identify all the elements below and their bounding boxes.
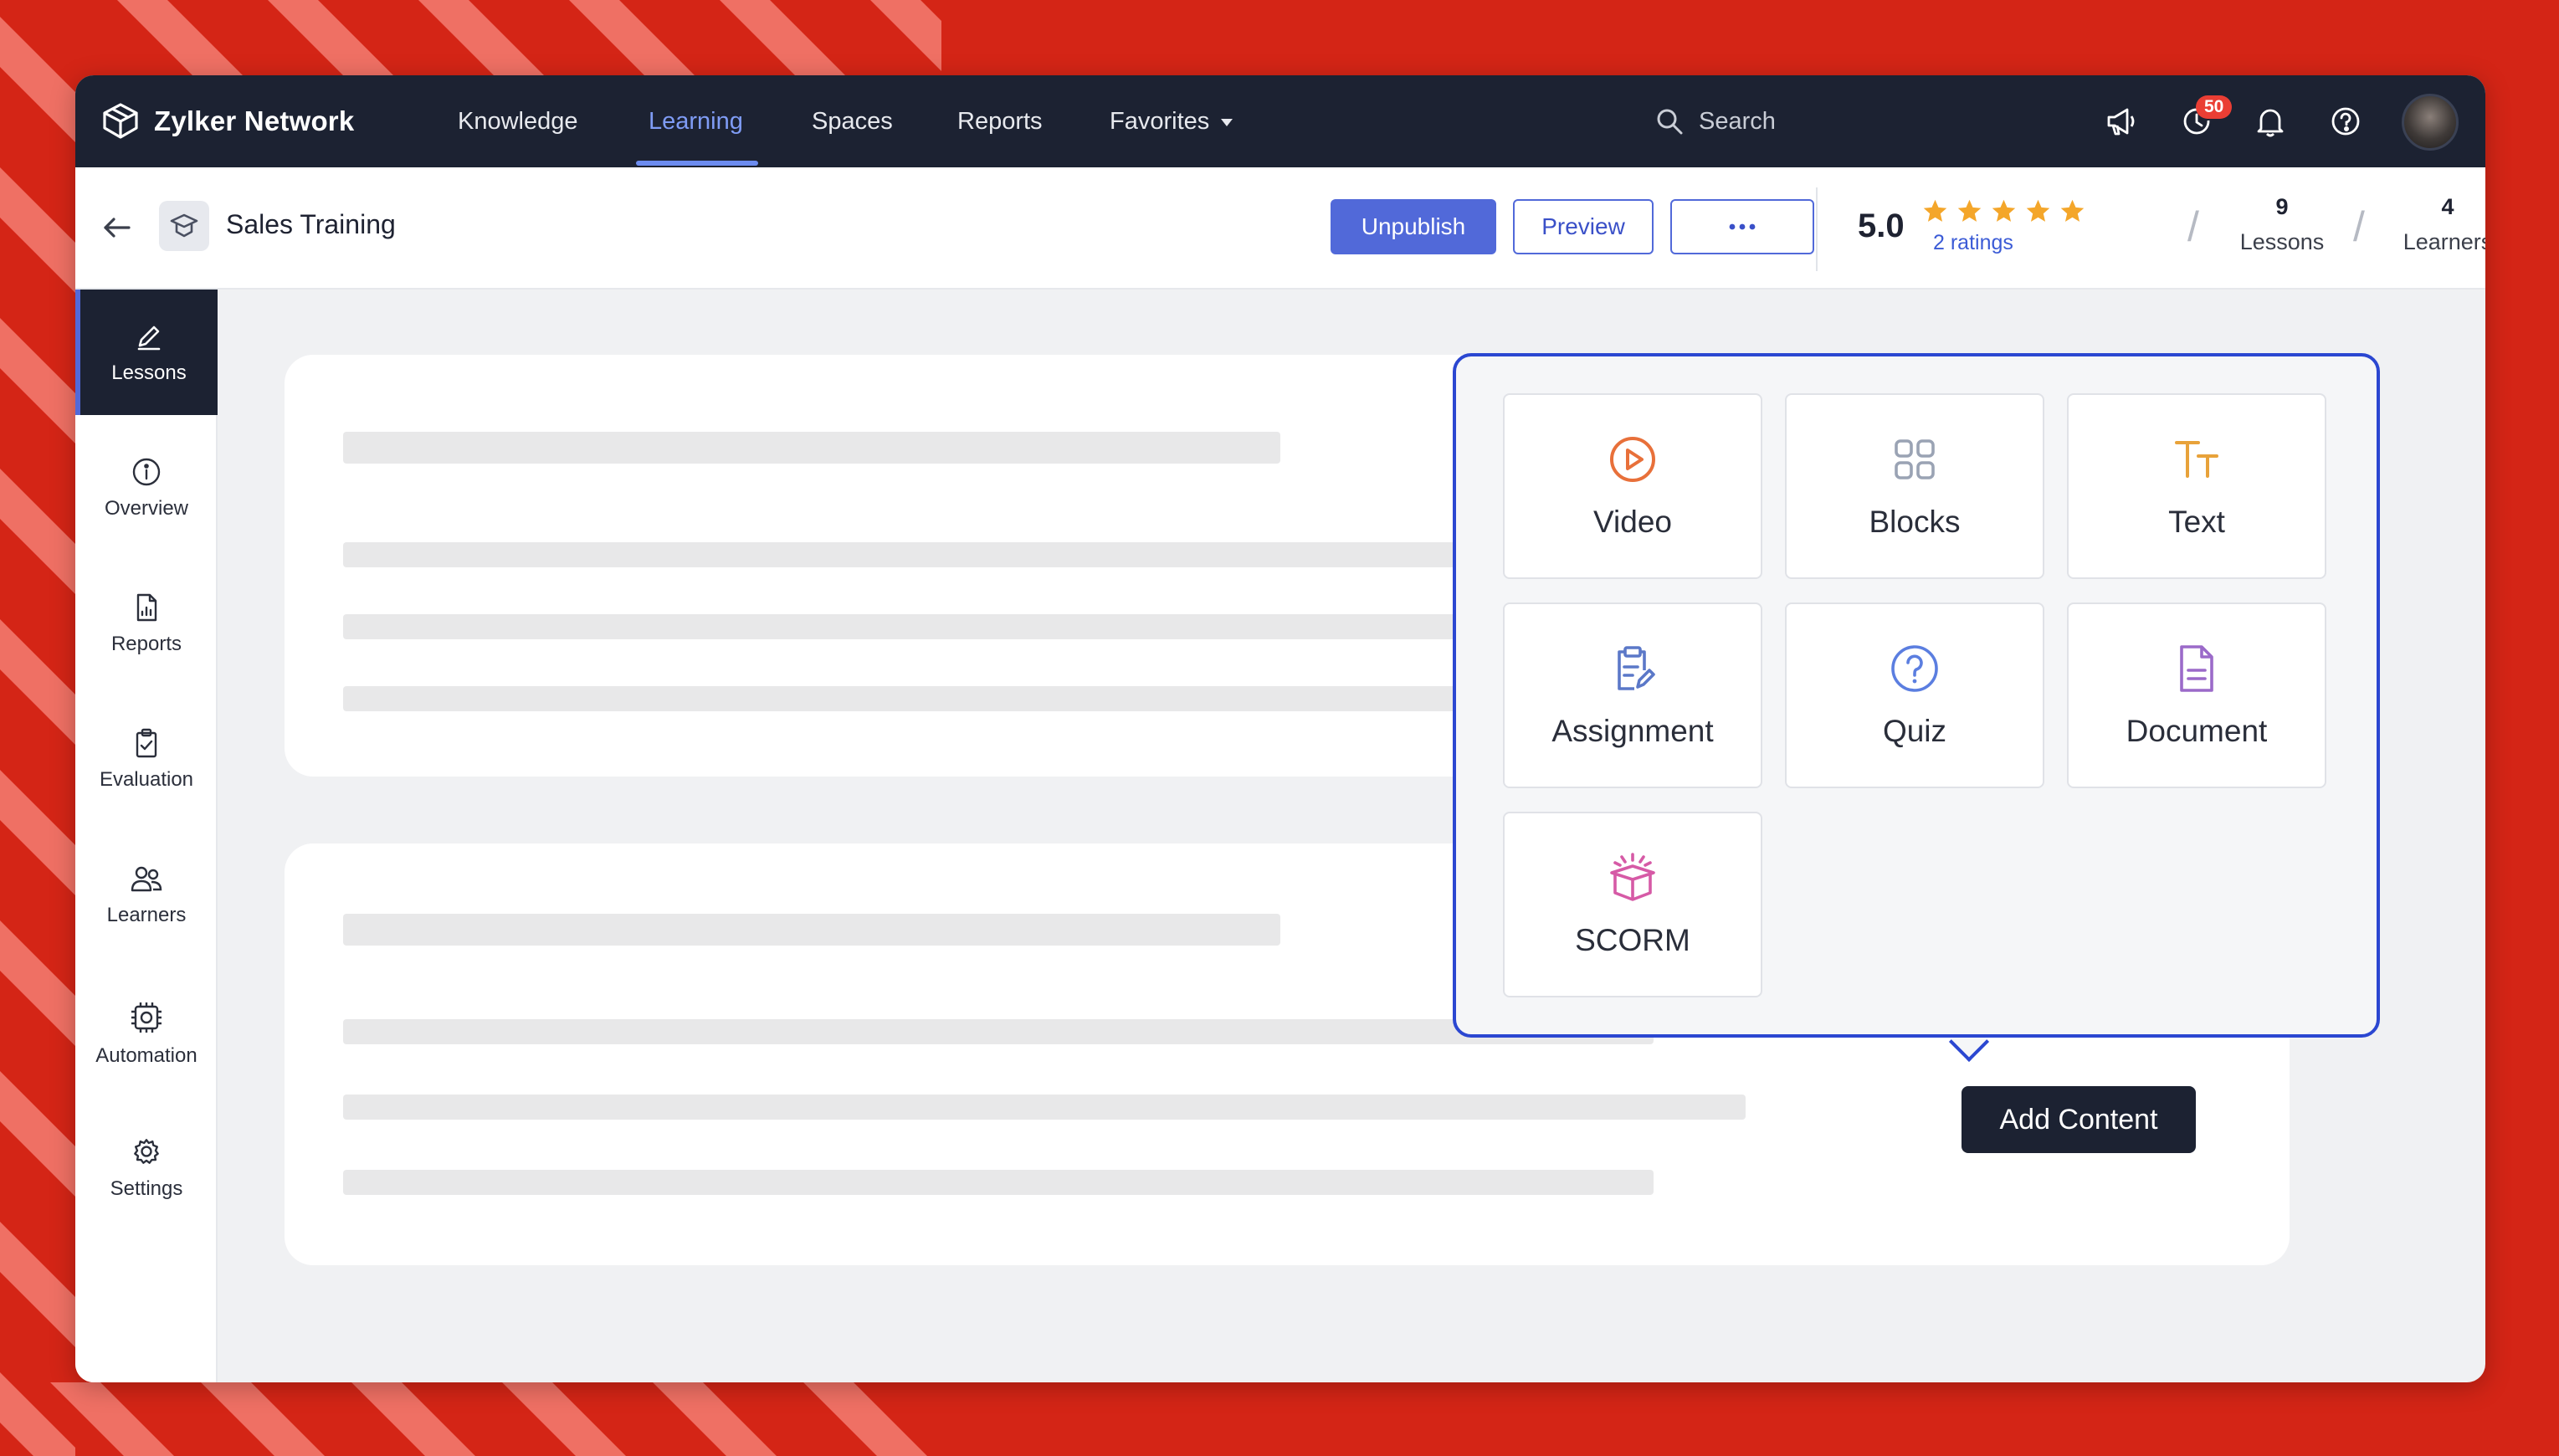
chip-icon — [131, 1002, 162, 1033]
report-icon — [136, 593, 157, 622]
sidebar-item-automation[interactable]: Automation — [75, 971, 218, 1096]
graduation-cap-icon — [170, 213, 198, 238]
search-box[interactable]: Search — [1655, 99, 1776, 144]
notification-badge: 50 — [2196, 95, 2233, 119]
tile-blocks[interactable]: Blocks — [1785, 393, 2044, 579]
sidebar-item-settings[interactable]: Settings — [75, 1105, 218, 1230]
course-title: Sales Training — [226, 209, 396, 239]
assignment-icon — [1618, 646, 1655, 690]
ratings-link[interactable]: 2 ratings — [1933, 231, 2013, 255]
more-dots-icon — [1729, 223, 1756, 230]
nav-favorites-label: Favorites — [1110, 108, 1210, 135]
info-icon — [132, 458, 161, 486]
skeleton-line — [343, 1170, 1654, 1195]
more-options-button[interactable] — [1670, 199, 1814, 254]
star-icon — [2026, 199, 2050, 222]
tile-label: Blocks — [1869, 505, 1961, 539]
nav-learning[interactable]: Learning — [649, 75, 743, 167]
tile-label: Assignment — [1551, 714, 1714, 748]
add-content-popover: Video Blocks Text Assignment Quiz Docume… — [1453, 353, 2380, 1038]
course-sidebar: Lessons Overview Reports Evaluation Lear… — [75, 290, 218, 1382]
sidebar-item-label: Learners — [106, 904, 187, 926]
lessons-label: Lessons — [2239, 229, 2325, 254]
tile-label: Quiz — [1882, 714, 1947, 748]
video-play-icon — [1610, 437, 1655, 482]
stat-separator: / — [2187, 203, 2199, 250]
rating-stars — [1921, 197, 2086, 225]
star-icon — [1957, 199, 1982, 222]
scorm-box-icon — [1610, 853, 1655, 901]
megaphone-icon[interactable] — [2102, 102, 2141, 141]
chevron-down-icon — [1221, 118, 1233, 126]
star-icon — [1923, 199, 1947, 222]
learners-label: Learners — [2403, 229, 2485, 254]
stat-separator: / — [2353, 203, 2365, 250]
tile-label: Text — [2168, 505, 2225, 539]
tile-quiz[interactable]: Quiz — [1785, 602, 2044, 788]
add-content-button[interactable]: Add Content — [1962, 1086, 2196, 1153]
tile-label: SCORM — [1575, 923, 1690, 957]
brand-logo-icon — [103, 103, 138, 139]
learners-count: 4 — [2441, 194, 2454, 219]
sidebar-item-overview[interactable]: Overview — [75, 425, 218, 551]
text-tt-icon — [2175, 441, 2218, 478]
sidebar-item-label: Automation — [95, 1044, 197, 1067]
nav-favorites[interactable]: Favorites — [1110, 75, 1233, 167]
unpublish-button[interactable]: Unpublish — [1331, 199, 1496, 254]
bell-icon[interactable] — [2251, 102, 2290, 141]
back-arrow-icon[interactable] — [99, 209, 136, 246]
preview-button[interactable]: Preview — [1513, 199, 1654, 254]
sidebar-item-label: Lessons — [111, 361, 187, 384]
brand[interactable]: Zylker Network — [100, 100, 354, 142]
header-divider — [1816, 187, 1818, 271]
skeleton-line — [343, 914, 1280, 946]
tile-video[interactable]: Video — [1503, 393, 1762, 579]
brand-name: Zylker Network — [154, 105, 355, 136]
star-icon — [2060, 199, 2085, 222]
skeleton-line — [343, 432, 1280, 464]
course-header: Sales Training Unpublish Preview 5.0 2 r… — [75, 167, 2485, 290]
search-icon — [1657, 109, 1683, 135]
users-icon — [131, 866, 162, 892]
sidebar-item-learners[interactable]: Learners — [75, 832, 218, 957]
nav-knowledge[interactable]: Knowledge — [458, 75, 578, 167]
top-navbar: Zylker Network Knowledge Learning Spaces… — [75, 75, 2485, 167]
user-avatar[interactable] — [2402, 94, 2459, 151]
rating-score: 5.0 — [1858, 208, 1905, 244]
course-icon — [159, 201, 209, 251]
sidebar-item-reports[interactable]: Reports — [75, 561, 218, 686]
app-window: Zylker Network Knowledge Learning Spaces… — [75, 75, 2485, 1382]
tile-label: Document — [2126, 714, 2268, 748]
tile-label: Video — [1593, 505, 1672, 539]
sidebar-item-label: Settings — [110, 1177, 183, 1200]
sidebar-item-evaluation[interactable]: Evaluation — [75, 696, 218, 822]
tile-document[interactable]: Document — [2067, 602, 2326, 788]
tile-text[interactable]: Text — [2067, 393, 2326, 579]
sidebar-item-label: Overview — [104, 497, 189, 520]
clipboard-check-icon — [136, 728, 157, 758]
nav-active-indicator — [636, 161, 758, 166]
pencil-icon — [137, 326, 161, 351]
nav-reports[interactable]: Reports — [957, 75, 1043, 167]
lessons-count: 9 — [2275, 194, 2289, 219]
gear-icon — [134, 1139, 159, 1164]
sidebar-item-lessons[interactable]: Lessons — [75, 290, 218, 415]
skeleton-line — [343, 1095, 1746, 1120]
quiz-question-icon — [1891, 645, 1938, 692]
help-icon[interactable] — [2326, 102, 2365, 141]
document-icon — [2180, 645, 2213, 692]
sidebar-item-label: Evaluation — [99, 768, 194, 791]
tile-scorm[interactable]: SCORM — [1503, 812, 1762, 997]
sidebar-item-label: Reports — [110, 633, 182, 655]
star-icon — [1992, 199, 2016, 222]
search-placeholder: Search — [1699, 107, 1776, 135]
nav-spaces[interactable]: Spaces — [812, 75, 893, 167]
blocks-grid-icon — [1895, 439, 1935, 479]
tile-assignment[interactable]: Assignment — [1503, 602, 1762, 788]
